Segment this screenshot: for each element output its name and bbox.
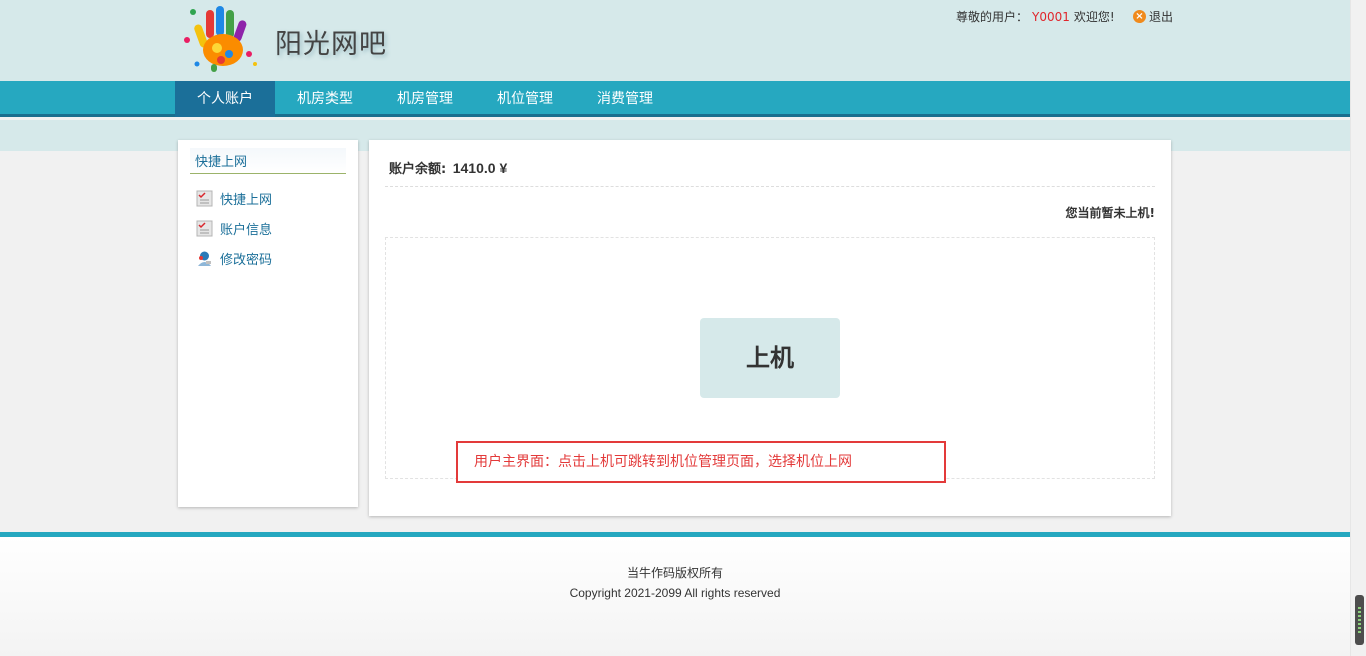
nav-item-room-management[interactable]: 机房管理: [375, 81, 475, 117]
account-balance: 账户余额: 1410.0 ¥: [389, 158, 507, 177]
sidebar-item-label: 修改密码: [220, 252, 273, 268]
main-nav: 个人账户 机房类型 机房管理 机位管理 消费管理: [0, 81, 1350, 117]
logout-label: 退出: [1149, 10, 1174, 24]
sidebar-item-change-password[interactable]: 修改密码: [196, 248, 272, 268]
hand-logo-icon: [184, 6, 257, 72]
online-status-message: 您当前暂未上机!: [1065, 206, 1155, 220]
sidebar-item-label: 账户信息: [220, 222, 273, 238]
site-header: 阳光网吧 尊敬的用户： Y0001 欢迎您! × 退出: [0, 0, 1350, 81]
sidebar-item-quick-online[interactable]: 快捷上网: [196, 188, 272, 208]
close-circle-icon: ×: [1133, 10, 1146, 23]
greeting-prefix: 尊敬的用户：: [956, 10, 1029, 24]
footer-copyright: Copyright 2021-2099 All rights reserved: [569, 586, 781, 600]
site-name: 阳光网吧: [275, 29, 387, 60]
annotation-callout: 用户主界面：点击上机可跳转到机位管理页面，选择机位上网: [456, 441, 946, 483]
sidebar: 快捷上网 快捷上网 账户信息 修改密码: [178, 140, 358, 507]
sidebar-header: 快捷上网: [190, 148, 346, 174]
document-check-icon: [196, 220, 213, 236]
sidebar-title: 快捷上网: [195, 155, 248, 170]
scrollbar-thumb[interactable]: [1355, 595, 1364, 645]
logout-link[interactable]: × 退出: [1133, 8, 1173, 25]
user-id: Y0001: [1032, 10, 1070, 24]
user-greeting: 尊敬的用户： Y0001 欢迎您!: [956, 8, 1115, 25]
user-key-icon: [198, 251, 211, 266]
sidebar-item-account-info[interactable]: 账户信息: [196, 218, 272, 238]
nav-item-personal-account[interactable]: 个人账户: [175, 81, 275, 117]
greeting-suffix: 欢迎您!: [1073, 10, 1115, 24]
balance-label: 账户余额:: [389, 162, 447, 177]
sidebar-item-label: 快捷上网: [220, 192, 273, 208]
vertical-scrollbar[interactable]: [1350, 0, 1366, 656]
nav-item-consumption-management[interactable]: 消费管理: [575, 81, 675, 117]
balance-value: 1410.0 ¥: [452, 160, 508, 176]
scrollbar-grip: [1358, 607, 1361, 633]
document-check-icon: [196, 190, 213, 206]
footer-copyright-owner: 当牛作码版权所有: [626, 566, 723, 580]
divider: [385, 186, 1155, 187]
nav-item-seat-management[interactable]: 机位管理: [475, 81, 575, 117]
nav-item-room-types[interactable]: 机房类型: [275, 81, 375, 117]
go-online-button[interactable]: 上机: [700, 318, 840, 398]
footer: 当牛作码版权所有 Copyright 2021-2099 All rights …: [0, 532, 1350, 656]
